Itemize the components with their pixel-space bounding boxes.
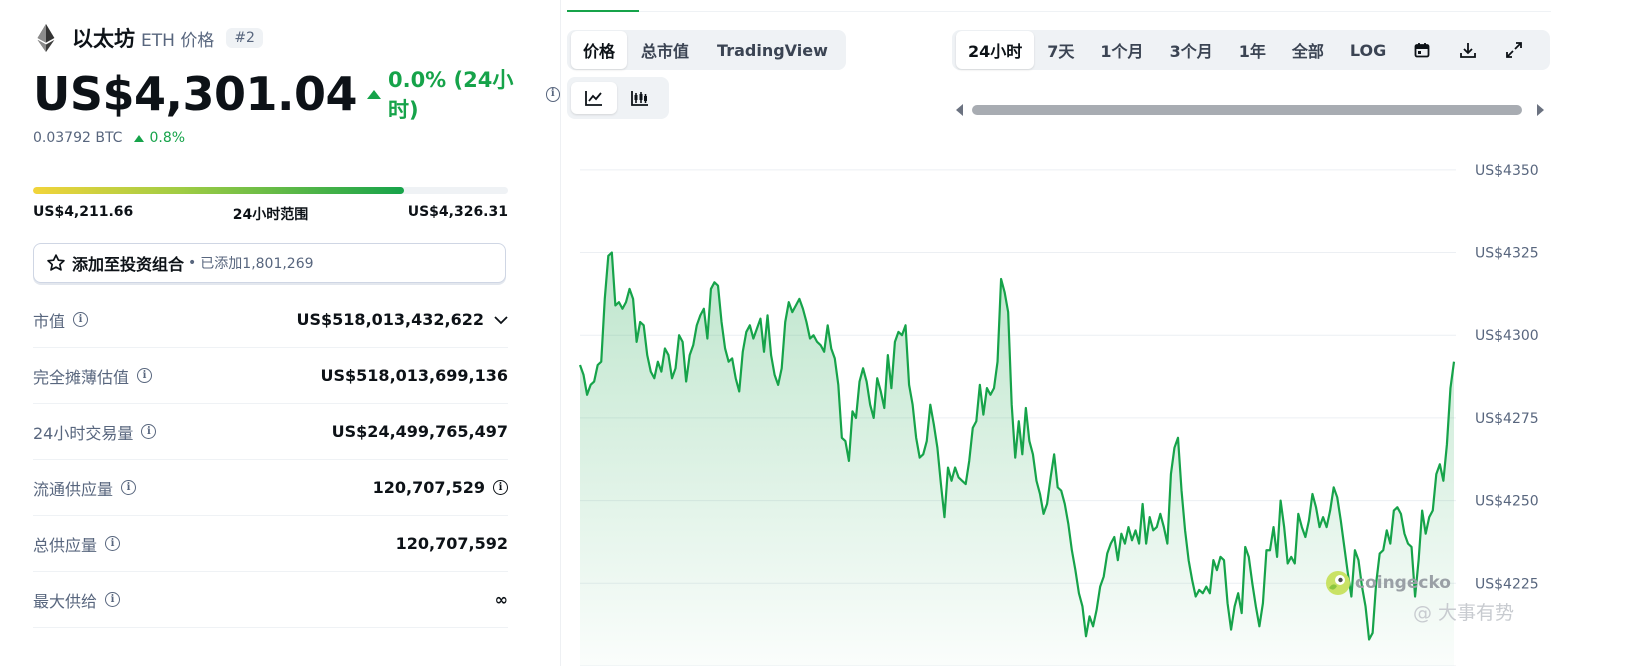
chart-scrollbar[interactable] xyxy=(972,105,1522,115)
tab-price[interactable]: 价格 xyxy=(571,31,628,69)
y-tick-label: US$4275 xyxy=(1475,411,1539,427)
stat-label: 市值 i xyxy=(33,308,89,332)
stat-label: 24小时交易量 i xyxy=(33,420,157,444)
chart-type-toggle xyxy=(567,77,669,119)
candlestick-chart-icon xyxy=(631,91,648,106)
coin-name: 以太坊 xyxy=(72,27,135,51)
stat-value: US$518,013,699,136 xyxy=(320,366,508,385)
stat-row-volume: 24小时交易量 i US$24,499,765,497 xyxy=(33,404,508,460)
range-label: 24小时范围 xyxy=(232,207,309,223)
line-chart-button[interactable] xyxy=(571,82,617,114)
portfolio-separator: • xyxy=(188,255,197,271)
tab-tradingview[interactable]: TradingView xyxy=(703,34,842,67)
ethereum-icon xyxy=(37,24,55,52)
scroll-left-arrow[interactable] xyxy=(956,104,963,116)
stat-value: US$518,013,432,622 xyxy=(297,310,508,329)
info-icon[interactable]: i xyxy=(493,480,508,495)
info-icon[interactable]: i xyxy=(141,424,157,439)
y-tick-label: US$4325 xyxy=(1475,246,1539,262)
star-icon xyxy=(47,254,65,271)
range-high: US$4,326.31 xyxy=(407,204,508,220)
portfolio-label: 添加至投资组合 xyxy=(72,255,185,274)
range-labels: US$4,211.66 24小时范围 US$4,326.31 xyxy=(33,204,508,224)
price-value: US$4,301.04 xyxy=(33,67,357,121)
price-change-text: 0.0% (24小时) xyxy=(387,68,514,122)
watermark-text: @ 大事有势 xyxy=(1413,602,1515,624)
calendar-button[interactable] xyxy=(1399,34,1445,66)
range-progress-bar xyxy=(33,187,508,194)
coin-symbol-label: ETH 价格 xyxy=(141,30,215,51)
range-24h[interactable]: 24小时 xyxy=(956,31,1035,69)
price-row: US$4,301.04 0.0% (24小时) i xyxy=(33,64,560,124)
download-icon xyxy=(1460,43,1477,58)
gecko-icon xyxy=(1326,571,1350,595)
watermark: @ 大事有势 xyxy=(1413,598,1514,625)
info-icon[interactable]: i xyxy=(137,368,153,383)
stat-label: 完全摊薄估值 i xyxy=(33,364,153,388)
info-icon[interactable]: i xyxy=(105,592,121,607)
expand-icon xyxy=(1506,42,1523,58)
info-icon[interactable]: i xyxy=(545,86,560,102)
portfolio-added-count: 已添加1,801,269 xyxy=(200,256,314,272)
active-tab-underline xyxy=(567,10,639,12)
stat-row-circulating-supply: 流通供应量 i 120,707,529 i xyxy=(33,460,508,516)
range-1y[interactable]: 1年 xyxy=(1226,31,1279,69)
range-3m[interactable]: 3个月 xyxy=(1157,31,1226,69)
scroll-right-arrow[interactable] xyxy=(1537,104,1544,116)
stat-value: ∞ xyxy=(494,590,508,609)
candlestick-chart-button[interactable] xyxy=(617,82,663,114)
tab-market-cap[interactable]: 总市值 xyxy=(627,31,703,69)
y-tick-label: US$4300 xyxy=(1475,328,1539,344)
coingecko-text: coingecko xyxy=(1355,573,1451,593)
chart-area-fill xyxy=(580,252,1454,666)
caret-up-icon xyxy=(366,89,381,99)
rank-badge: #2 xyxy=(226,28,263,48)
stat-value: US$24,499,765,497 xyxy=(331,422,508,441)
price-chart[interactable]: US$4350 US$4325 US$4300 US$4275 US$4250 US$42… xyxy=(561,150,1638,666)
stats-table: 市值 i US$518,013,432,622 完全摊薄估值 i US$518,01… xyxy=(33,292,508,628)
stat-row-market-cap[interactable]: 市值 i US$518,013,432,622 xyxy=(33,292,508,348)
stat-label: 总供应量 i xyxy=(33,532,121,556)
y-tick-label: US$4350 xyxy=(1475,163,1539,179)
btc-change: 0.8% xyxy=(134,130,185,146)
calendar-icon xyxy=(1414,43,1430,58)
chart-tabs: 价格 总市值 TradingView xyxy=(567,30,846,70)
range-log[interactable]: LOG xyxy=(1337,34,1399,67)
coin-header: 以太坊 ETH 价格 #2 xyxy=(36,22,263,54)
price-change: 0.0% (24小时) xyxy=(366,64,536,124)
stat-label: 流通供应量 i xyxy=(33,476,137,500)
add-to-portfolio-button[interactable]: 添加至投资组合 • 已添加1,801,269 xyxy=(33,243,506,283)
top-divider xyxy=(567,11,1551,12)
info-icon[interactable]: i xyxy=(73,312,89,327)
info-icon[interactable]: i xyxy=(105,536,121,551)
chevron-down-icon[interactable] xyxy=(494,313,508,327)
info-icon[interactable]: i xyxy=(121,480,137,495)
coin-info-panel: 以太坊 ETH 价格 #2 US$4,301.04 0.0% (24小时) i … xyxy=(0,0,560,666)
stat-value: 120,707,529 i xyxy=(373,478,508,497)
range-progress-fill xyxy=(33,187,404,194)
time-range-selector: 24小时 7天 1个月 3个月 1年 全部 LOG xyxy=(952,30,1550,70)
y-tick-label: US$4225 xyxy=(1475,576,1539,592)
caret-up-icon xyxy=(134,134,145,142)
expand-button[interactable] xyxy=(1491,34,1537,66)
stat-row-total-supply: 总供应量 i 120,707,592 xyxy=(33,516,508,572)
coingecko-logo: coingecko xyxy=(1325,570,1451,596)
line-chart-icon xyxy=(585,91,602,106)
stat-label: 最大供给 i xyxy=(33,588,121,612)
btc-price-row: 0.03792 BTC 0.8% xyxy=(33,130,185,146)
range-low: US$4,211.66 xyxy=(33,204,134,220)
chart-panel: 价格 总市值 TradingView 24小时 7天 1个月 3个月 1年 全部… xyxy=(561,0,1638,666)
btc-price: 0.03792 BTC xyxy=(33,130,123,146)
download-button[interactable] xyxy=(1445,34,1491,66)
range-7d[interactable]: 7天 xyxy=(1034,31,1087,69)
range-all[interactable]: 全部 xyxy=(1279,31,1337,69)
stat-row-max-supply: 最大供给 i ∞ xyxy=(33,572,508,628)
stat-row-fdv: 完全摊薄估值 i US$518,013,699,136 xyxy=(33,348,508,404)
y-tick-label: US$4250 xyxy=(1475,494,1539,510)
range-1m[interactable]: 1个月 xyxy=(1087,31,1156,69)
stat-value: 120,707,592 xyxy=(395,534,508,553)
btc-change-text: 0.8% xyxy=(149,130,186,146)
